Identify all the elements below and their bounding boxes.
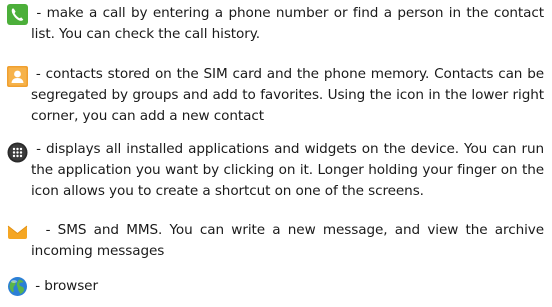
entry-browser: - browser	[0, 276, 552, 304]
entry-contacts-lead: -	[31, 66, 46, 82]
entry-apps-text: - displays all installed applications an…	[31, 139, 544, 202]
phone-icon	[7, 4, 28, 25]
entry-browser-description: browser	[44, 278, 98, 294]
apps-launcher-icon	[7, 142, 28, 163]
entry-messaging: - SMS and MMS. You can write a new messa…	[0, 220, 552, 266]
contacts-icon	[7, 66, 28, 87]
browser-icon	[7, 276, 28, 297]
entry-phone-text: - make a call by entering a phone number…	[31, 3, 544, 45]
entry-messaging-description: SMS and MMS. You can write a new message…	[31, 222, 545, 259]
entry-browser-lead: -	[31, 278, 45, 294]
entry-contacts-description: contacts stored on the SIM card and the …	[31, 66, 545, 124]
entry-phone: - make a call by entering a phone number…	[0, 0, 552, 50]
entry-messaging-text: - SMS and MMS. You can write a new messa…	[31, 220, 544, 262]
entry-apps: - displays all installed applications an…	[0, 139, 552, 209]
entry-apps-description: displays all installed applications and …	[31, 141, 545, 199]
entry-phone-description: make a call by entering a phone number o…	[31, 5, 544, 42]
entry-apps-lead: -	[31, 141, 46, 157]
messaging-icon	[7, 222, 28, 243]
entry-contacts: - contacts stored on the SIM card and th…	[0, 62, 552, 132]
entry-contacts-text: - contacts stored on the SIM card and th…	[31, 64, 544, 127]
document-page: - make a call by entering a phone number…	[0, 0, 552, 307]
entry-messaging-lead: -	[31, 222, 58, 238]
entry-phone-lead: -	[31, 5, 47, 21]
entry-browser-text: - browser	[31, 276, 544, 297]
